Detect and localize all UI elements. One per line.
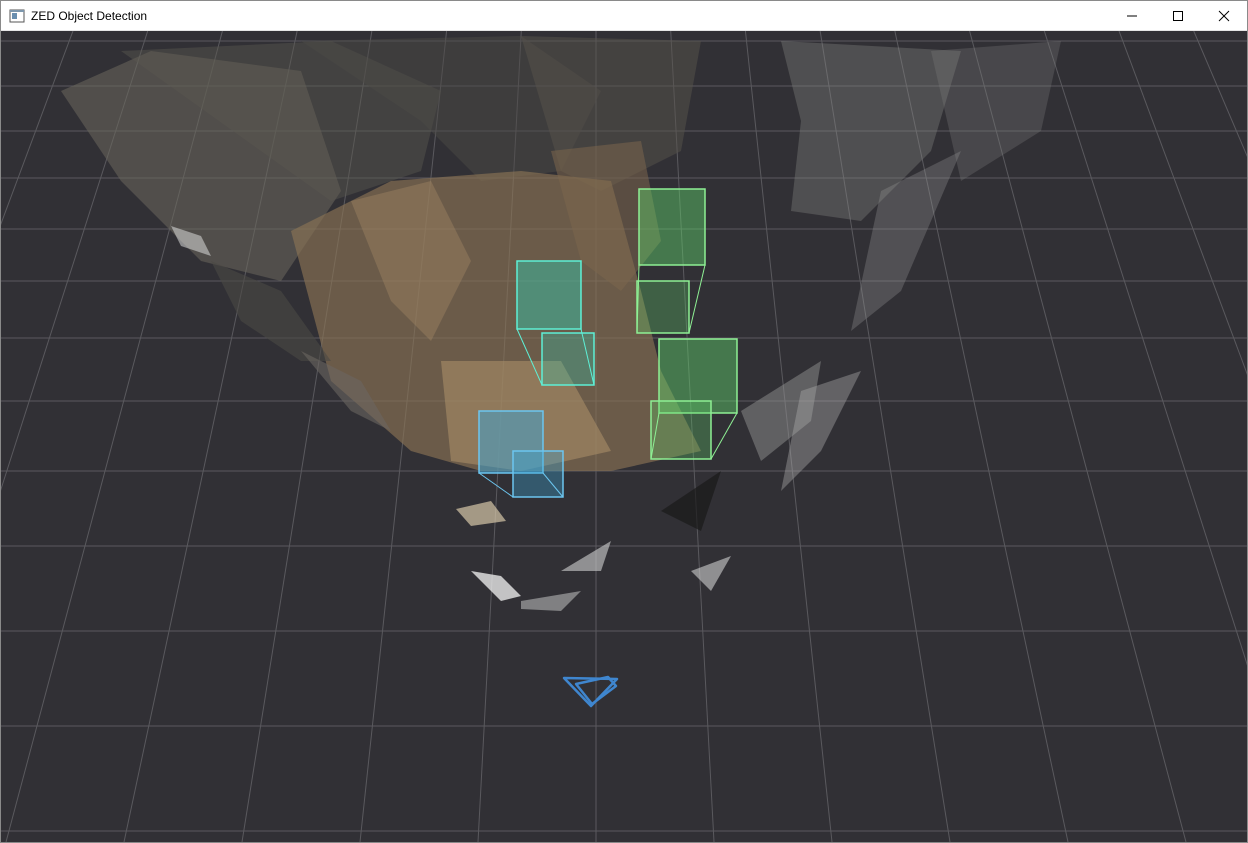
minimize-button[interactable]: [1109, 1, 1155, 31]
window-app-icon: [9, 9, 25, 22]
app-window: ZED Object Detection: [0, 0, 1248, 843]
close-icon: [1218, 10, 1230, 22]
window-title: ZED Object Detection: [31, 8, 148, 23]
title-bar[interactable]: ZED Object Detection: [1, 1, 1247, 31]
close-button[interactable]: [1201, 1, 1247, 31]
minimize-icon: [1127, 15, 1137, 17]
3d-viewport[interactable]: [1, 31, 1247, 842]
scene-canvas[interactable]: [1, 31, 1247, 842]
maximize-icon: [1173, 11, 1183, 21]
window-controls: [1109, 1, 1247, 31]
maximize-button[interactable]: [1155, 1, 1201, 31]
